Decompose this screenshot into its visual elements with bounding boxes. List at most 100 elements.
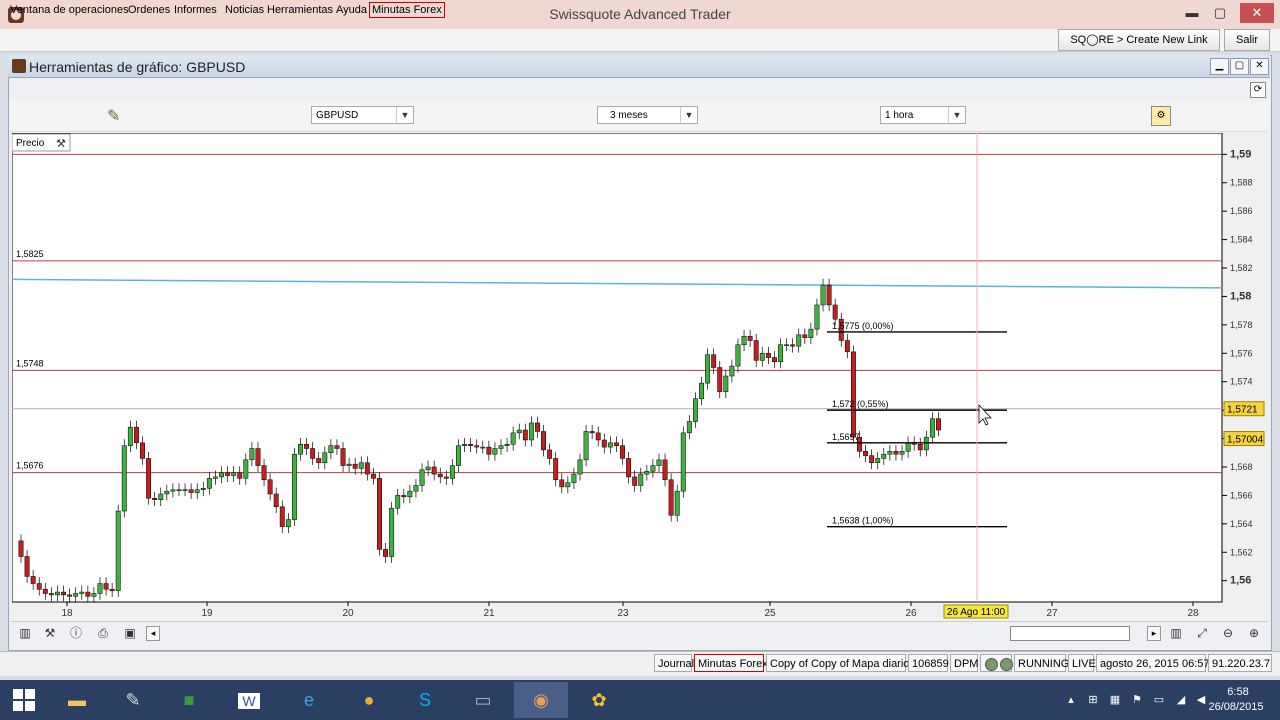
scroll-left-button[interactable]: ◂ xyxy=(146,626,160,641)
status-copy-mapa[interactable]: Copy of Copy of Mapa diario. xyxy=(766,654,912,672)
salir-button[interactable]: Salir xyxy=(1224,29,1270,51)
x-tick-label: 23 xyxy=(617,608,629,619)
taskbar-skype-icon[interactable]: S xyxy=(398,682,452,718)
taskbar-clock-time[interactable]: 6:58 xyxy=(1218,686,1258,698)
x-tick-label: 20 xyxy=(342,608,354,619)
taskbar-media-icon[interactable]: ▭ xyxy=(456,682,510,718)
candle-down xyxy=(711,354,717,368)
tray-windows-icon[interactable]: ⊞ xyxy=(1086,693,1100,707)
taskbar-chrome-icon[interactable]: ● xyxy=(342,682,396,718)
indicators-icon[interactable]: ⚒ xyxy=(42,625,58,641)
precio-label-box[interactable]: Precio ⚒ xyxy=(12,133,71,152)
candle-down xyxy=(535,422,540,432)
zoom-fit-icon[interactable]: ⤢ xyxy=(1194,625,1210,641)
fibonacci-level-label: 1,572 (0,55%) xyxy=(832,399,889,409)
x-tick-label: 25 xyxy=(764,608,776,619)
menu-ayuda[interactable]: Ayuda xyxy=(336,4,367,16)
candle-down xyxy=(662,459,668,481)
candle-up xyxy=(480,446,486,449)
menu-informes[interactable]: Informes xyxy=(174,4,217,16)
candle-down xyxy=(18,540,24,557)
candle-up xyxy=(170,489,176,492)
chart-close-button[interactable]: ✕ xyxy=(1250,58,1269,75)
chart-scrollbar-thumb[interactable] xyxy=(1010,626,1130,641)
candle-up xyxy=(243,459,249,479)
candle-down xyxy=(383,549,389,557)
zoom-in-icon[interactable]: ⊕ xyxy=(1246,625,1262,641)
y-tick-label: 1,59 xyxy=(1230,148,1251,160)
candle-up xyxy=(389,507,395,557)
candle-down xyxy=(486,446,492,455)
candle-down xyxy=(620,445,625,459)
price-chart[interactable]: 1,58251,57481,5676 1,5775 (0,00%)1,572 (… xyxy=(12,133,1268,621)
chart-minimize-button[interactable]: ▁ xyxy=(1210,58,1229,75)
chart-window-title: Herramientas de gráfico: GBPUSD xyxy=(29,59,246,75)
candle-up xyxy=(680,432,686,492)
taskbar-word-icon[interactable]: W xyxy=(222,682,276,718)
candle-down xyxy=(85,591,91,597)
taskbar-ie-icon[interactable]: e xyxy=(282,682,336,718)
menu-herramientas[interactable]: Herramientas xyxy=(267,4,333,16)
candle-up xyxy=(182,489,188,491)
x-tick-label: 19 xyxy=(201,608,213,619)
chart-settings-icon[interactable]: ⚙ xyxy=(1151,106,1171,126)
close-button[interactable]: ✕ xyxy=(1240,3,1274,23)
x-tick-label: 28 xyxy=(1187,608,1199,619)
candle-down xyxy=(401,495,407,498)
refresh-icon[interactable]: ⟳ xyxy=(1250,82,1266,98)
candle-down xyxy=(893,451,899,455)
print-icon[interactable]: ⎙ xyxy=(95,625,111,641)
period-select[interactable]: 3 meses ▼ xyxy=(597,106,698,124)
candle-down xyxy=(613,442,619,446)
taskbar-file-explorer-icon[interactable]: ▬ xyxy=(50,682,104,718)
zoom-out-icon[interactable]: ⊖ xyxy=(1220,625,1236,641)
tray-network-icon[interactable]: ◢ xyxy=(1174,693,1188,707)
candle-down xyxy=(753,340,759,361)
status-minutas-forex[interactable]: Minutas Forex xyxy=(694,654,768,672)
taskbar-store-icon[interactable]: ■ xyxy=(162,682,216,718)
menu-noticias[interactable]: Noticias xyxy=(225,4,264,16)
drawing-tool-icon[interactable]: ✎ xyxy=(107,106,127,126)
candle-up xyxy=(723,375,729,392)
windows-start-icon[interactable] xyxy=(12,688,36,712)
taskbar-clock-date[interactable]: 26/08/2015 xyxy=(1204,701,1268,713)
maximize-button[interactable]: ▢ xyxy=(1210,3,1230,23)
fibonacci-level-label: 1,5775 (0,00%) xyxy=(832,321,894,331)
menu-ventana-operaciones[interactable]: Ventana de operaciones xyxy=(10,4,129,16)
y-tick-label: 1,58 xyxy=(1230,290,1251,302)
candle-down xyxy=(936,418,941,431)
candle-up xyxy=(322,452,328,463)
chart-maximize-button[interactable]: ▢ xyxy=(1230,58,1249,75)
candle-down xyxy=(802,334,808,338)
taskbar-app-icon[interactable]: ✎ xyxy=(106,682,160,718)
status-journal[interactable]: Journal xyxy=(654,654,694,672)
status-connection-leds xyxy=(980,654,1013,672)
tray-display-icon[interactable]: ▭ xyxy=(1152,693,1166,707)
info-icon[interactable]: ⓘ xyxy=(68,625,84,641)
taskbar-flower-icon[interactable]: ✿ xyxy=(572,682,626,718)
status-account: 106859 xyxy=(908,654,949,672)
interval-select[interactable]: 1 hora ▼ xyxy=(880,106,966,124)
tray-app-icon[interactable]: ▦ xyxy=(1108,693,1122,707)
menu-ordenes[interactable]: Ordenes xyxy=(128,4,170,16)
chart-type-icon-right[interactable]: ▥ xyxy=(1168,625,1184,641)
candle-up xyxy=(79,591,85,594)
period-select-value: 3 meses xyxy=(610,110,648,121)
scroll-right-button[interactable]: ▸ xyxy=(1147,626,1161,641)
candle-down xyxy=(310,448,316,459)
led-icon xyxy=(985,657,998,671)
save-icon[interactable]: ▣ xyxy=(122,625,138,641)
taskbar-swissquote-icon[interactable]: ◉ xyxy=(514,682,568,718)
minimize-button[interactable]: ▬ xyxy=(1182,3,1202,23)
tray-flag-icon[interactable]: ⚑ xyxy=(1130,693,1144,707)
candle-up xyxy=(674,490,680,516)
y-tick-label: 1,588 xyxy=(1230,178,1253,188)
menu-minutas-forex[interactable]: Minutas Forex xyxy=(369,2,445,18)
chart-type-icon[interactable]: ▥ xyxy=(17,625,33,641)
symbol-select[interactable]: GBPUSD ▼ xyxy=(311,106,414,124)
candle-up xyxy=(462,443,467,446)
candle-up xyxy=(164,490,170,495)
tray-chevron-up-icon[interactable]: ▴ xyxy=(1064,693,1078,707)
chart-toolbar-strip xyxy=(10,79,1268,99)
squore-link-button[interactable]: SQ◯RE > Create New Link xyxy=(1058,29,1220,51)
